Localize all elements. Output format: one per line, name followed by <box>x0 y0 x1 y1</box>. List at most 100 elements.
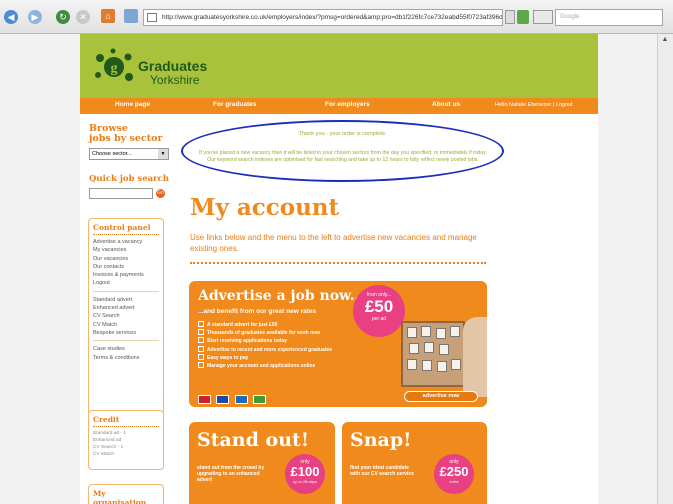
payment-cards <box>198 391 267 407</box>
badge-per-text: per ad <box>371 316 387 322</box>
badge-bottom-text: up to 28 days <box>292 479 318 484</box>
page-background-left <box>0 34 80 504</box>
logo-text-graduates[interactable]: Graduates <box>138 58 207 74</box>
quick-search-input[interactable] <box>89 188 153 199</box>
site-header: g Graduates Yorkshire <box>80 34 598 98</box>
stand-out-price-badge: only £100 up to 28 days <box>285 454 325 494</box>
nav-graduates-link[interactable]: For graduates <box>213 101 256 108</box>
divider <box>93 288 159 292</box>
forward-arrow-icon[interactable]: ▶ <box>28 10 42 24</box>
browse-title-line2: jobs by sector <box>89 133 163 144</box>
credit-panel: Credit Standard ad - 1 Enhanced ad CV Se… <box>88 410 164 470</box>
advert-title: Advertise a job now... <box>198 288 365 304</box>
nav-employers-link[interactable]: For employers <box>325 101 370 108</box>
quick-search-go-button[interactable]: Go <box>156 189 165 198</box>
cp-case-studies-link[interactable]: Case studies <box>93 345 159 353</box>
cp-advertise-vacancy-link[interactable]: Advertise a vacancy <box>93 238 159 246</box>
credit-item: Enhanced ad <box>93 438 122 443</box>
vertical-scrollbar[interactable] <box>657 34 673 504</box>
photo-icon <box>421 326 431 337</box>
history-icon[interactable] <box>124 9 138 23</box>
user-greeting-logout[interactable]: Hello Natalie Ebenezer | Logout <box>495 102 573 108</box>
photo-icon <box>424 342 434 353</box>
advert-bullet-list: A standard advert for just £50 Thousands… <box>198 321 332 370</box>
cp-cv-match-link[interactable]: CV Match <box>93 321 159 329</box>
person-illustration <box>463 317 487 397</box>
cp-our-vacancies-link[interactable]: Our vacancies <box>93 255 159 263</box>
cp-bespoke-services-link[interactable]: Bespoke services <box>93 329 159 337</box>
browser-toolbar: ◀ ▶ ↻ ✕ ⌂ http://www.graduatesyorkshire.… <box>0 0 673 34</box>
stand-out-promo[interactable]: Stand out! stand out from the crowd by u… <box>189 422 335 504</box>
credit-item: CV Match <box>93 452 115 457</box>
quick-search-title: Quick job search <box>89 174 170 184</box>
vacancy-listing-notice: If you've placed a new vacancy then it w… <box>199 150 487 163</box>
nav-about-link[interactable]: About us <box>432 101 460 108</box>
snap-price-badge: only £250 extra <box>434 454 474 494</box>
visa-icon <box>216 395 230 404</box>
go-arrow-icon[interactable] <box>517 10 529 24</box>
photo-icon <box>450 326 460 337</box>
chevron-down-icon[interactable]: ▼ <box>158 149 168 159</box>
control-panel-title: Control panel <box>93 223 159 235</box>
my-organisation-panel: My organisation <box>88 484 164 504</box>
cp-invoices-link[interactable]: Invoices & payments <box>93 271 159 279</box>
cp-standard-advert-link[interactable]: Standard advert <box>93 296 159 304</box>
snap-title: Snap! <box>350 429 412 451</box>
nav-home-link[interactable]: Home page <box>115 101 150 108</box>
badge-price: £250 <box>439 464 469 479</box>
price-badge: from only... £50 per ad <box>353 285 405 337</box>
photo-icon <box>407 359 417 370</box>
search-engine-icon[interactable] <box>533 10 553 24</box>
photo-icon <box>422 360 432 371</box>
back-arrow-icon[interactable]: ◀ <box>4 10 18 24</box>
advert-bullet: Thousands of graduates available for wor… <box>198 329 332 337</box>
credit-title: Credit <box>93 415 159 427</box>
advert-bullet: A standard advert for just £50 <box>198 321 332 329</box>
cp-logout-link[interactable]: Logout <box>93 279 159 287</box>
reload-icon[interactable]: ↻ <box>56 10 70 24</box>
home-icon[interactable]: ⌂ <box>101 9 115 23</box>
address-dropdown-icon[interactable] <box>505 10 515 24</box>
photo-icon <box>409 343 419 354</box>
order-complete-message: Thank you - your order is complete. <box>298 131 387 137</box>
advert-bullet: Easy ways to pay <box>198 354 332 362</box>
electron-icon <box>234 395 248 404</box>
main-navigation: Home page For graduates For employers Ab… <box>80 98 598 114</box>
sector-select[interactable]: Choose sector... ▼ <box>89 148 169 160</box>
cp-enhanced-advert-link[interactable]: Enhanced advert <box>93 304 159 312</box>
photo-icon <box>407 327 417 338</box>
snap-promo[interactable]: Snap! find your ideal candidate with our… <box>342 422 487 504</box>
noticeboard-illustration <box>401 321 465 387</box>
control-panel: Control panel Advertise a vacancy My vac… <box>88 218 164 422</box>
logo-icon[interactable]: g <box>94 48 134 86</box>
my-organisation-title: My organisation <box>93 489 159 504</box>
advertise-now-button[interactable]: advertise now <box>404 391 478 402</box>
scroll-up-icon[interactable]: ▲ <box>660 36 670 46</box>
advertise-job-banner[interactable]: Advertise a job now... ...and benefit fr… <box>189 281 487 407</box>
stand-out-title: Stand out! <box>197 429 310 451</box>
dotted-divider <box>190 262 486 264</box>
photo-icon <box>439 344 449 355</box>
website: g Graduates Yorkshire Home page For grad… <box>80 34 598 504</box>
search-input[interactable]: Google <box>555 9 663 26</box>
page-title: My account <box>190 194 340 221</box>
badge-price: £50 <box>364 297 394 316</box>
address-bar[interactable]: http://www.graduatesyorkshire.co.uk/empl… <box>143 9 503 26</box>
sector-select-value: Choose sector... <box>92 151 132 157</box>
address-text: http://www.graduatesyorkshire.co.uk/empl… <box>162 14 503 21</box>
cp-terms-link[interactable]: Terms & conditions <box>93 354 159 362</box>
badge-price: £100 <box>290 464 320 479</box>
cp-our-contacts-link[interactable]: Our contacts <box>93 263 159 271</box>
stand-out-text: stand out from the crowd by upgrading to… <box>197 465 265 483</box>
advert-bullet: Start receiving applications today <box>198 337 332 345</box>
svg-text:g: g <box>111 61 118 76</box>
stop-icon[interactable]: ✕ <box>76 10 90 24</box>
mastercard-icon <box>198 395 211 404</box>
cp-my-vacancies-link[interactable]: My vacancies <box>93 246 159 254</box>
cp-cv-search-link[interactable]: CV Search <box>93 312 159 320</box>
advert-subtitle: ...and benefit from our great new rates <box>198 308 317 315</box>
logo-text-yorkshire[interactable]: Yorkshire <box>150 73 200 87</box>
page-icon <box>147 13 157 22</box>
photo-icon <box>436 328 446 339</box>
advert-bullet: Advertise to recent and more experienced… <box>198 346 332 354</box>
